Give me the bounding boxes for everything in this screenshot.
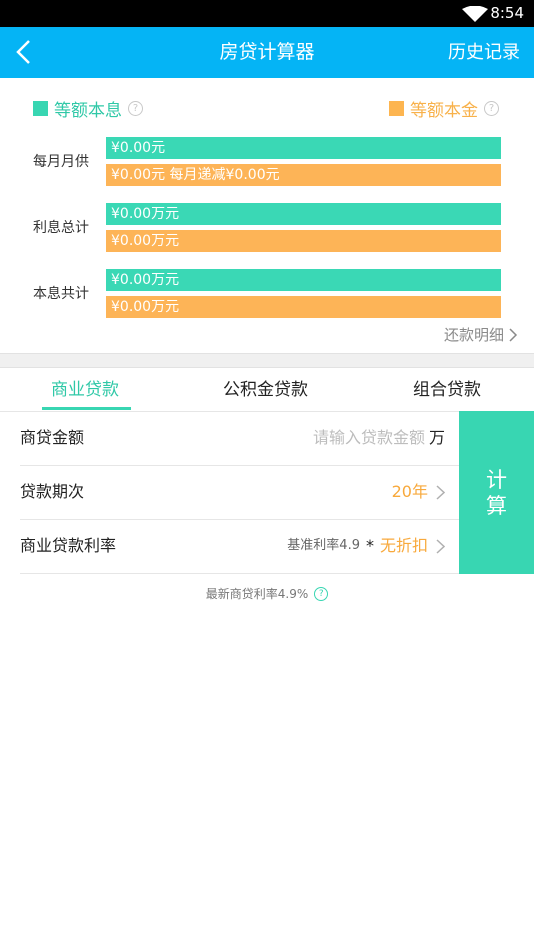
loan-amount-row[interactable]: 商贷金额 请输入贷款金额 万 [20, 412, 459, 466]
monthly-label: 每月月供 [33, 154, 89, 170]
help-icon[interactable]: ? [314, 587, 329, 601]
legend-swatch-orange [389, 100, 404, 116]
loan-term-value[interactable]: 20年 [392, 480, 428, 504]
history-button[interactable]: 历史记录 [448, 40, 520, 65]
help-icon[interactable]: ? [128, 100, 143, 116]
total-equal-principal-bar: ¥0.00万元 [106, 296, 501, 318]
legend-equal-principal: 等额本金 ? [389, 96, 499, 121]
legend-equal-payment: 等额本息 ? [33, 96, 143, 121]
app-bar: 房贷计算器 历史记录 [0, 27, 534, 78]
calculate-button-label-1: 计 [486, 467, 507, 492]
legend-label: 等额本息 [54, 100, 122, 121]
chevron-right-icon [436, 538, 445, 554]
multiplier-sign: * [365, 536, 374, 555]
wifi-icon [462, 6, 488, 22]
tab-provident-fund-loan[interactable]: 公积金贷款 [223, 378, 308, 402]
help-icon[interactable]: ? [484, 100, 499, 116]
interest-label: 利息总计 [33, 220, 89, 236]
rate-discount-value[interactable]: 无折扣 [380, 534, 428, 558]
legend-swatch-green [33, 100, 48, 116]
loan-rate-row[interactable]: 商业贷款利率 基准利率4.9 * 无折扣 [20, 520, 459, 574]
total-label: 本息共计 [33, 286, 89, 302]
loan-amount-label: 商贷金额 [20, 428, 85, 447]
repayment-detail-link[interactable]: 还款明细 [444, 325, 518, 345]
status-time: 8:54 [490, 4, 524, 22]
total-equal-payment-bar: ¥0.00万元 [106, 269, 501, 291]
loan-rate-label: 商业贷款利率 [20, 536, 117, 555]
monthly-equal-payment-bar: ¥0.00元 [106, 137, 501, 159]
chevron-right-icon [509, 328, 518, 342]
loan-term-label: 贷款期次 [20, 482, 85, 501]
rate-note-text: 最新商贷利率4.9% [205, 587, 309, 601]
loan-amount-unit: 万 [428, 428, 445, 447]
legend-label: 等额本金 [410, 100, 478, 121]
loan-term-row[interactable]: 贷款期次 20年 [20, 466, 459, 520]
base-rate-text: 基准利率4.9 [287, 538, 360, 553]
chevron-right-icon [436, 484, 445, 500]
tab-commercial-loan[interactable]: 商业贷款 [51, 378, 119, 402]
calculate-button[interactable]: 计 算 [459, 411, 534, 574]
tab-combined-loan[interactable]: 组合贷款 [413, 378, 481, 402]
repayment-detail-label: 还款明细 [443, 326, 504, 344]
interest-equal-payment-bar: ¥0.00万元 [106, 203, 501, 225]
loan-type-tabs: 商业贷款 公积金贷款 组合贷款 [0, 368, 534, 412]
tab-active-indicator [42, 407, 131, 410]
rate-note: 最新商贷利率4.9% ? [0, 584, 534, 604]
section-divider [0, 353, 534, 368]
loan-amount-input[interactable]: 请输入贷款金额 [313, 426, 425, 450]
interest-equal-principal-bar: ¥0.00万元 [106, 230, 501, 252]
calculate-button-label-2: 算 [486, 493, 507, 518]
monthly-equal-principal-bar: ¥0.00元 每月递减¥0.00元 [106, 164, 501, 186]
status-bar: 8:54 [0, 0, 534, 27]
